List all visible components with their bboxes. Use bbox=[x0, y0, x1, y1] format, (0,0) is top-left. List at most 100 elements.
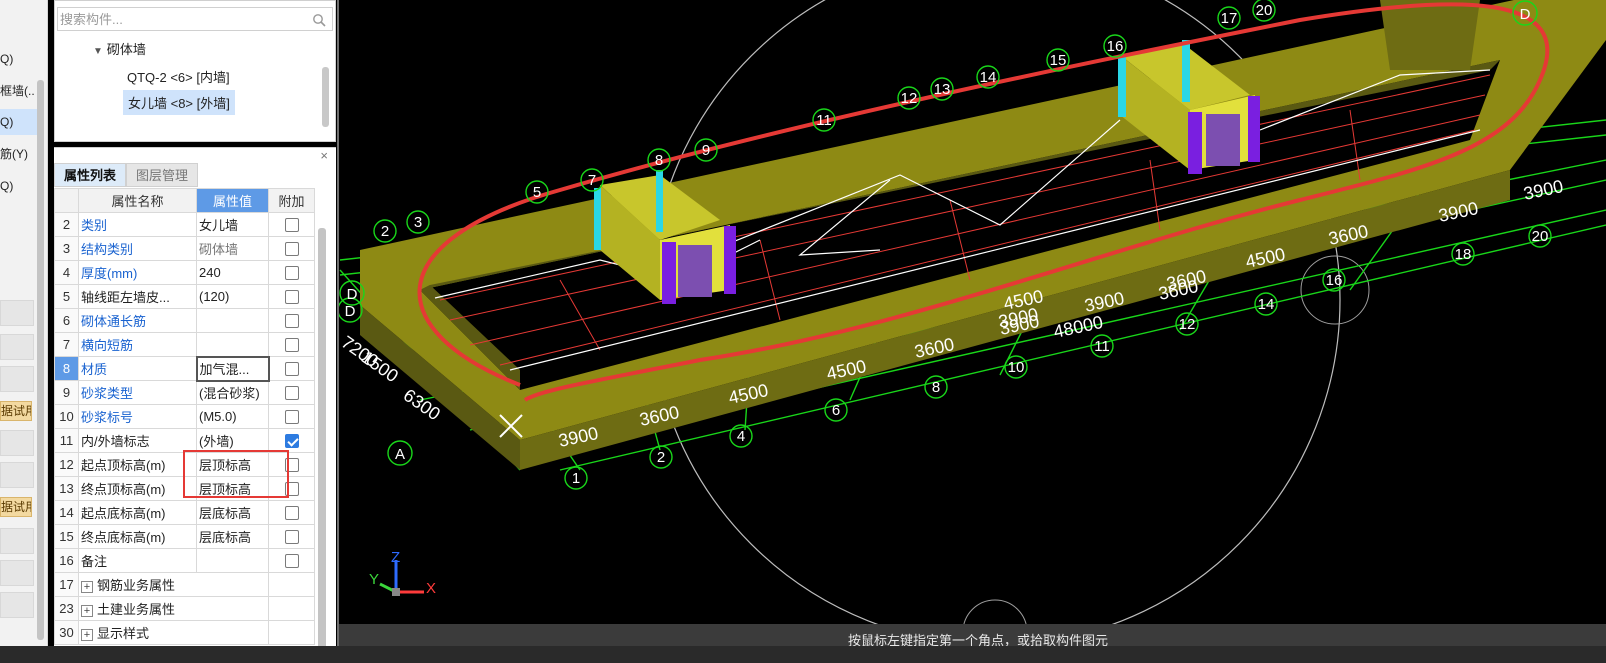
property-scrollbar[interactable] bbox=[318, 228, 326, 658]
checkbox[interactable] bbox=[284, 314, 299, 329]
search-icon[interactable] bbox=[312, 13, 326, 27]
trial-badge[interactable]: 据试用 bbox=[0, 497, 32, 517]
expand-plus-icon[interactable]: + bbox=[81, 604, 93, 617]
property-row[interactable]: 8 材质 加气混... bbox=[54, 355, 315, 382]
additional-checkbox-cell[interactable] bbox=[268, 380, 315, 405]
left-scrollbar[interactable] bbox=[37, 80, 44, 640]
tab-property-list[interactable]: 属性列表 bbox=[54, 163, 127, 187]
additional-checkbox-cell[interactable] bbox=[268, 212, 315, 237]
property-group-row[interactable]: 23 + 土建业务属性 bbox=[54, 596, 315, 621]
checkbox[interactable] bbox=[284, 410, 299, 425]
trial-badge[interactable]: 据试用 bbox=[0, 401, 32, 421]
property-name: 横向短筋 bbox=[78, 332, 197, 357]
property-group-row[interactable]: 30 + 显示样式 bbox=[54, 620, 315, 645]
checkbox[interactable] bbox=[284, 554, 299, 569]
property-row[interactable]: 3 结构类别 砌体墙 bbox=[54, 236, 315, 261]
property-row[interactable]: 11 内/外墙标志 (外墙) bbox=[54, 428, 315, 453]
axis-number-label: 8 bbox=[655, 152, 663, 169]
expand-plus-icon[interactable]: + bbox=[81, 628, 93, 641]
property-value[interactable] bbox=[196, 332, 269, 357]
axis-number-label: 12 bbox=[901, 90, 918, 107]
property-value[interactable] bbox=[196, 308, 269, 333]
property-value[interactable]: 女儿墙 bbox=[196, 212, 269, 237]
property-value[interactable]: (混合砂浆) bbox=[196, 380, 269, 405]
property-row[interactable]: 10 砂浆标号 (M5.0) bbox=[54, 404, 315, 429]
checkbox[interactable] bbox=[284, 338, 299, 353]
property-row[interactable]: 5 轴线距左墙皮... (120) bbox=[54, 284, 315, 309]
left-tool-button[interactable] bbox=[0, 592, 34, 618]
property-value[interactable]: 240 bbox=[196, 260, 269, 285]
checkbox[interactable] bbox=[284, 386, 299, 401]
search-input[interactable] bbox=[58, 8, 298, 30]
tab-layer-management[interactable]: 图层管理 bbox=[126, 163, 199, 187]
left-tool-button[interactable] bbox=[0, 334, 34, 360]
left-tool-button[interactable] bbox=[0, 366, 34, 392]
close-icon[interactable]: × bbox=[320, 148, 328, 163]
property-group-name[interactable]: + 钢筋业务属性 bbox=[78, 572, 269, 597]
additional-checkbox-cell[interactable] bbox=[268, 284, 315, 309]
tree-item-selected[interactable]: 女儿墙 <8> [外墙] bbox=[123, 90, 235, 115]
left-tool-button[interactable] bbox=[0, 430, 34, 456]
additional-checkbox-cell[interactable] bbox=[268, 332, 315, 357]
property-group-row[interactable]: 17 + 钢筋业务属性 bbox=[54, 572, 315, 597]
component-tree-panel: ▼砌体墙 QTQ-2 <6> [内墙] 女儿墙 <8> [外墙] bbox=[54, 0, 336, 142]
gizmo-x-label: X bbox=[426, 580, 436, 597]
checkbox[interactable] bbox=[284, 434, 299, 449]
additional-checkbox-cell[interactable] bbox=[268, 404, 315, 429]
checkbox[interactable] bbox=[284, 266, 299, 281]
additional-checkbox-cell[interactable] bbox=[268, 428, 315, 453]
axis-number-label: 16 bbox=[1107, 38, 1124, 55]
checkbox[interactable] bbox=[284, 218, 299, 233]
checkbox[interactable] bbox=[284, 530, 299, 545]
checkbox[interactable] bbox=[284, 362, 299, 377]
property-row[interactable]: 9 砂浆类型 (混合砂浆) bbox=[54, 380, 315, 405]
property-row[interactable]: 2 类别 女儿墙 bbox=[54, 212, 315, 237]
property-value[interactable]: (120) bbox=[196, 284, 269, 309]
left-list-item-selected[interactable]: Q) bbox=[0, 109, 40, 135]
additional-checkbox-cell[interactable] bbox=[268, 500, 315, 525]
tree-scrollbar[interactable] bbox=[322, 67, 329, 127]
property-value[interactable]: (外墙) bbox=[196, 428, 269, 453]
expand-plus-icon[interactable]: + bbox=[81, 580, 93, 593]
property-value[interactable]: 层底标高 bbox=[196, 524, 269, 549]
property-name: 砌体通长筋 bbox=[78, 308, 197, 333]
left-tool-button[interactable] bbox=[0, 462, 34, 488]
left-list-item[interactable]: Q) bbox=[0, 46, 40, 72]
tree-group-masonry-wall[interactable]: ▼ 砌体墙 bbox=[93, 39, 146, 58]
checkbox[interactable] bbox=[284, 506, 299, 521]
3d-scene[interactable]: 124681011121416182023578911121314151617 2… bbox=[339, 0, 1606, 663]
property-row[interactable]: 4 厚度(mm) 240 bbox=[54, 260, 315, 285]
property-value[interactable]: (M5.0) bbox=[196, 404, 269, 429]
property-row[interactable]: 6 砌体通长筋 bbox=[54, 308, 315, 333]
row-index: 17 bbox=[54, 572, 79, 597]
property-row[interactable]: 7 横向短筋 bbox=[54, 332, 315, 357]
checkbox[interactable] bbox=[284, 290, 299, 305]
property-group-name[interactable]: + 显示样式 bbox=[78, 620, 269, 645]
additional-checkbox-cell[interactable] bbox=[268, 548, 315, 573]
caret-down-icon[interactable]: ▼ bbox=[93, 46, 103, 57]
property-value[interactable]: 加气混... bbox=[195, 355, 270, 382]
left-list-item[interactable]: 框墙(.. bbox=[0, 78, 40, 104]
additional-checkbox-cell[interactable] bbox=[268, 236, 315, 261]
property-value[interactable] bbox=[196, 548, 269, 573]
left-tool-button[interactable] bbox=[0, 560, 34, 586]
axis-number-label: 4 bbox=[737, 428, 745, 445]
axis-number-label: 1 bbox=[572, 470, 580, 487]
property-row[interactable]: 15 终点底标高(m) 层底标高 bbox=[54, 524, 315, 549]
property-row[interactable]: 16 备注 bbox=[54, 548, 315, 573]
property-value[interactable]: 砌体墙 bbox=[196, 236, 269, 261]
3d-viewport[interactable]: 1 2 4 6 8 10 11 12 14 16 18 20 2 3 5 7 8 9 11 12 13 14 15 16 17 2… bbox=[339, 0, 1606, 663]
left-tool-button[interactable] bbox=[0, 300, 34, 326]
left-list-item[interactable]: 筋(Y) bbox=[0, 141, 40, 167]
additional-checkbox-cell[interactable] bbox=[268, 356, 315, 381]
additional-checkbox-cell[interactable] bbox=[268, 524, 315, 549]
property-row[interactable]: 14 起点底标高(m) 层底标高 bbox=[54, 500, 315, 525]
additional-checkbox-cell[interactable] bbox=[268, 260, 315, 285]
additional-checkbox-cell[interactable] bbox=[268, 308, 315, 333]
property-value[interactable]: 层底标高 bbox=[196, 500, 269, 525]
left-list-item[interactable]: Q) bbox=[0, 173, 40, 199]
checkbox[interactable] bbox=[284, 242, 299, 257]
left-tool-button[interactable] bbox=[0, 528, 34, 554]
property-group-name[interactable]: + 土建业务属性 bbox=[78, 596, 269, 621]
tree-item[interactable]: QTQ-2 <6> [内墙] bbox=[127, 67, 230, 86]
